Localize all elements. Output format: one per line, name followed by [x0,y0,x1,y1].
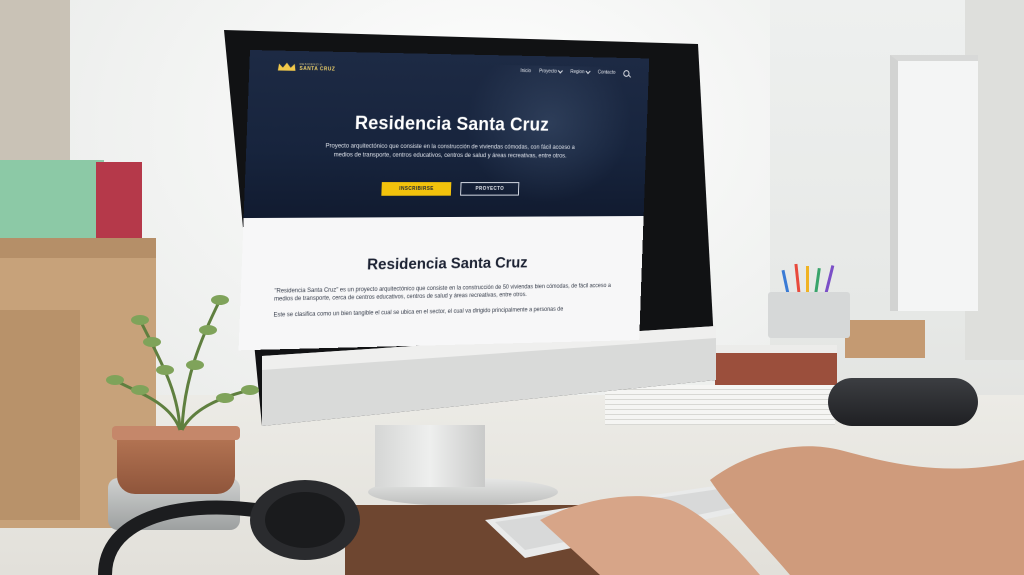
cardboard-box-top [0,238,156,258]
logo-name: SANTA CRUZ [299,67,335,73]
proyecto-button[interactable]: PROYECTO [460,182,519,196]
headphones-icon [95,480,360,575]
nav-link-inicio[interactable]: Inicio [520,68,531,74]
inscribirse-button[interactable]: INSCRIBIRSE [381,182,451,196]
chevron-down-icon [586,69,591,74]
hero-section: RESIDENCIA SANTA CRUZ Inicio Proyecto Re… [244,50,650,218]
notepad [845,320,925,358]
paragraph: "Residencia Santa Cruz" es un proyecto a… [274,282,619,303]
cardboard-box-small [0,310,80,520]
pens-icon [778,262,844,294]
content-section: Residencia Santa Cruz "Residencia Santa … [239,216,644,350]
hero-description: Proyecto arquitectónico que consiste en … [324,143,575,161]
section-title: Residencia Santa Cruz [241,254,642,277]
nav-link-proyecto[interactable]: Proyecto [539,69,562,75]
monitor-stand [375,425,485,487]
search-icon[interactable] [623,70,629,77]
nav-link-region[interactable]: Region [570,69,590,75]
succulent-plant-icon [100,280,260,435]
second-monitor [890,55,978,311]
pen-cup [768,292,850,338]
navbar: RESIDENCIA SANTA CRUZ Inicio Proyecto Re… [277,59,630,81]
paragraph: Este se clasifica como un bien tangible … [273,305,617,320]
hero-title: Residencia Santa Cruz [247,112,647,137]
crown-icon [277,62,297,72]
website-screen: RESIDENCIA SANTA CRUZ Inicio Proyecto Re… [239,50,650,350]
chevron-down-icon [558,68,563,73]
nav-link-contacto[interactable]: Contacto [598,70,616,76]
nav-links: Inicio Proyecto Region Contacto [520,68,629,77]
hands-icon [540,440,1024,575]
site-logo[interactable]: RESIDENCIA SANTA CRUZ [277,62,336,73]
mouse-case [828,378,978,426]
